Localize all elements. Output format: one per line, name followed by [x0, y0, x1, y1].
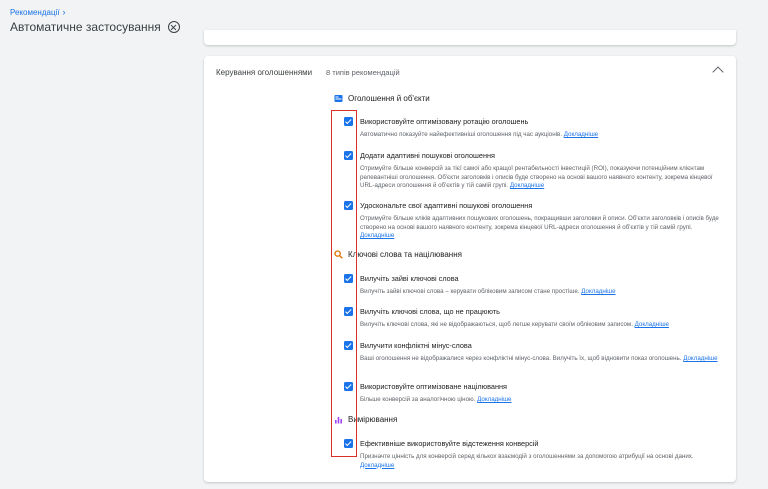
item-description-text: Призначте цінність для конверсій серед к… — [360, 453, 694, 460]
item-title: Використовуйте оптимізовану ротацію огол… — [360, 117, 529, 126]
item-description-text: Більше конверсій за аналогічною ціною. — [360, 396, 476, 403]
item-description: Автоматично показуйте найефективніші ого… — [360, 131, 720, 140]
item-title: Удоскональте свої адаптивні пошукові ого… — [360, 201, 533, 210]
item-description: Більше конверсій за аналогічною ціною. Д… — [360, 396, 720, 405]
section-ads-assets: Оголошення й об'єкти — [334, 94, 430, 103]
page-title: Автоматичне застосування — [10, 20, 161, 34]
breadcrumb-link[interactable]: Рекомендації — [10, 8, 60, 17]
item-description: Отримуйте більше кліків адаптивних пошук… — [360, 215, 720, 241]
item-description: Отримуйте більше конверсій за тієї самої… — [360, 165, 720, 191]
chevron-right-icon: › — [62, 7, 66, 17]
section-title: Ключові слова та націлювання — [348, 250, 462, 259]
item-title: Використовуйте оптимізоване націлювання — [360, 382, 507, 391]
item-title: Вилучіть ключові слова, що не працюють — [360, 307, 500, 316]
item-title: Додати адаптивні пошукові оголошення — [360, 151, 495, 160]
ad-icon — [334, 94, 343, 103]
learn-more-link[interactable]: Докладніше — [510, 182, 544, 189]
chevron-up-icon[interactable] — [712, 66, 724, 78]
learn-more-link[interactable]: Докладніше — [477, 396, 511, 403]
breadcrumb[interactable]: Рекомендації › — [10, 7, 180, 17]
item-description: Вилучіть ключові слова, які не відобража… — [360, 321, 720, 330]
item-description-text: Автоматично показуйте найефективніші ого… — [360, 131, 563, 138]
item-description-text: Ваші оголошення не відображалися через к… — [360, 355, 682, 362]
item-title: Вилучити конфліктні мінус-слова — [360, 341, 472, 350]
item-description: Ваші оголошення не відображалися через к… — [360, 355, 720, 364]
close-icon[interactable] — [167, 21, 180, 33]
learn-more-link[interactable]: Докладніше — [635, 321, 669, 328]
section-title: Оголошення й об'єкти — [348, 94, 430, 103]
previous-card — [204, 30, 736, 45]
item-description: Вилучіть зайві ключові слова – керувати … — [360, 288, 720, 297]
item-description-text: Вилучіть зайві ключові слова – керувати … — [360, 288, 580, 295]
learn-more-link[interactable]: Докладніше — [683, 355, 717, 362]
card-summary: 8 типів рекомендацій — [326, 68, 400, 77]
page-header: Рекомендації › Автоматичне застосування — [10, 7, 180, 34]
ad-management-card: Керування оголошеннями 8 типів рекоменда… — [204, 56, 736, 482]
highlight-box — [331, 110, 357, 457]
learn-more-link[interactable]: Докладніше — [360, 462, 394, 469]
item-description-text: Вилучіть ключові слова, які не відобража… — [360, 321, 633, 328]
card-title: Керування оголошеннями — [216, 68, 313, 77]
item-description-text: Отримуйте більше кліків адаптивних пошук… — [360, 215, 719, 231]
learn-more-link[interactable]: Докладніше — [564, 131, 598, 138]
learn-more-link[interactable]: Докладніше — [360, 232, 394, 239]
item-title: Ефективніше використовуйте відстеження к… — [360, 439, 539, 448]
item-description: Призначте цінність для конверсій серед к… — [360, 453, 720, 470]
item-title: Вилучіть зайві ключові слова — [360, 274, 459, 283]
learn-more-link[interactable]: Докладніше — [581, 288, 615, 295]
